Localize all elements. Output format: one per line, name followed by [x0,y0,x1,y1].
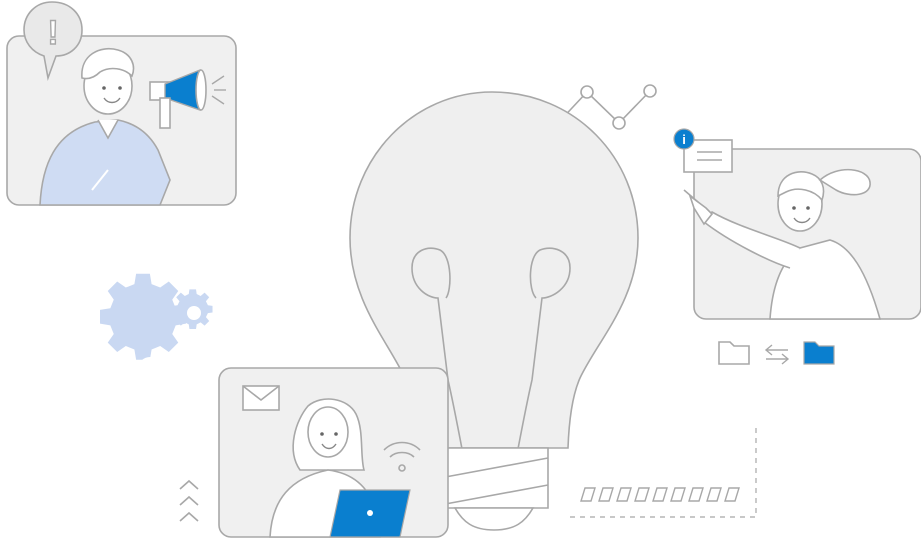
alert-symbol: ! [47,14,58,52]
mail-icon [242,385,280,411]
presenter-panel: i [673,128,921,320]
chevron-up-icon [179,479,199,522]
transfer-arrows-icon [764,344,790,365]
illustration-stage: ! i [0,0,921,540]
laptop-icon [329,489,411,538]
idea-illustration: ! i [6,1,921,538]
folder-icon [803,341,835,365]
gear-icon [100,273,186,381]
folder-transfer [718,341,835,365]
woman-head [307,406,349,458]
progress-dashes [580,487,740,502]
laptop-user-panel [218,367,449,538]
info-badge-icon: i [673,128,695,150]
folder-icon [718,341,750,365]
announcement-panel: ! [6,1,237,206]
info-symbol: i [682,132,686,147]
dashed-connector [570,425,757,518]
